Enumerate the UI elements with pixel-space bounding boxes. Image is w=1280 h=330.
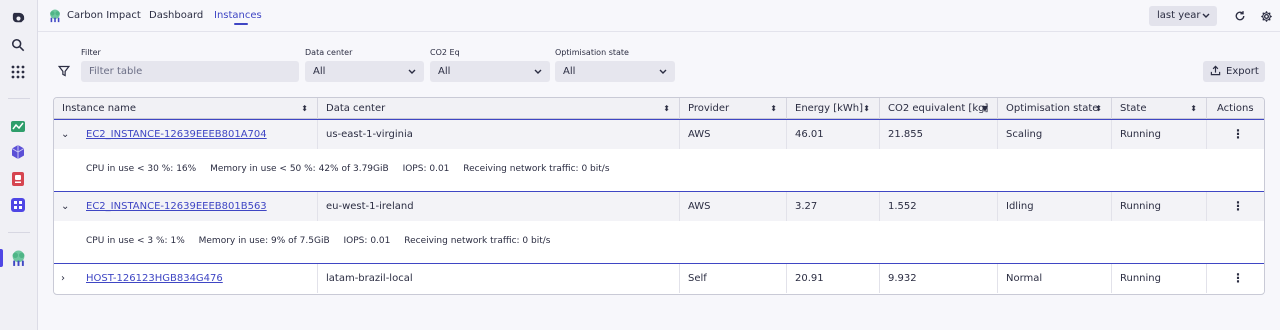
chevron-down-icon bbox=[408, 61, 416, 90]
instances-table: Instance name ⬍ Data center ⬍ Provider ⬍ En… bbox=[53, 97, 1265, 295]
table-header: Instance name ⬍ Data center ⬍ Provider ⬍ En… bbox=[54, 98, 1264, 119]
cell-optimisation-state: Normal bbox=[998, 264, 1112, 293]
cell-provider: AWS bbox=[680, 120, 787, 149]
cube-app-icon[interactable] bbox=[7, 141, 29, 163]
kebab-icon[interactable]: ⋮ bbox=[1232, 264, 1244, 293]
cell-state: Running bbox=[1112, 264, 1207, 293]
instance-link[interactable]: HOST-126123HGB834G476 bbox=[86, 273, 223, 284]
table-row: ⌄ EC2_INSTANCE-12639EEEB801A704 us-east-… bbox=[54, 119, 1264, 149]
tab-dashboard[interactable]: Dashboard bbox=[149, 10, 203, 21]
table-row: › HOST-126123HGB834G476 latam-brazil-loc… bbox=[54, 263, 1264, 293]
optimisation-value: All bbox=[563, 66, 576, 77]
settings-icon[interactable] bbox=[1258, 8, 1274, 24]
datacenter-select[interactable]: All bbox=[305, 61, 424, 82]
chevron-down-icon bbox=[1202, 6, 1210, 34]
cell-instance-name: EC2_INSTANCE-12639EEEB801A704 bbox=[78, 120, 318, 149]
tab-instances[interactable]: Instances bbox=[214, 10, 262, 21]
cell-instance-name: HOST-126123HGB834G476 bbox=[78, 264, 318, 293]
sort-icon: ⬍ bbox=[663, 104, 670, 113]
row-detail: CPU in use < 3 %: 1% Memory in use: 9% o… bbox=[54, 221, 1264, 262]
co2-select[interactable]: All bbox=[430, 61, 550, 82]
row-detail: CPU in use < 30 %: 16% Memory in use < 5… bbox=[54, 149, 1264, 190]
col-energy[interactable]: Energy [kWh] ⬍ bbox=[787, 98, 880, 119]
cell-co2: 21.855 bbox=[880, 120, 998, 149]
cell-co2: 9.932 bbox=[880, 264, 998, 293]
cell-state: Running bbox=[1112, 192, 1207, 221]
table-row: ⌄ EC2_INSTANCE-12639EEEB801B563 eu-west-… bbox=[54, 191, 1264, 221]
cell-data-center: us-east-1-virginia bbox=[318, 120, 680, 149]
datacenter-label: Data center bbox=[305, 48, 353, 57]
document-app-icon[interactable] bbox=[7, 168, 29, 190]
cell-provider: Self bbox=[680, 264, 787, 293]
cell-energy: 46.01 bbox=[787, 120, 880, 149]
cell-optimisation-state: Idling bbox=[998, 192, 1112, 221]
top-bar: Carbon Impact Dashboard Instances last y… bbox=[38, 0, 1280, 32]
sort-icon: ⬍ bbox=[1095, 104, 1102, 113]
expand-chevron-icon[interactable]: › bbox=[61, 264, 65, 293]
timeframe-value: last year bbox=[1157, 10, 1201, 21]
optimisation-label: Optimisation state bbox=[555, 48, 629, 57]
left-rail bbox=[0, 0, 38, 330]
grid-app-icon[interactable] bbox=[7, 194, 29, 216]
col-actions: Actions bbox=[1217, 103, 1254, 114]
sort-desc-icon: ▼ bbox=[981, 104, 988, 113]
dashboard-app-icon[interactable] bbox=[7, 115, 29, 137]
col-state[interactable]: State ⬍ bbox=[1112, 98, 1207, 119]
filter-label: Filter bbox=[81, 48, 101, 57]
col-data-center[interactable]: Data center ⬍ bbox=[318, 98, 680, 119]
carbon-impact-icon[interactable] bbox=[7, 247, 29, 269]
export-icon bbox=[1210, 65, 1221, 79]
cell-provider: AWS bbox=[680, 192, 787, 221]
optimisation-select[interactable]: All bbox=[555, 61, 675, 82]
filter-table-input[interactable] bbox=[81, 61, 299, 82]
instance-link[interactable]: EC2_INSTANCE-12639EEEB801A704 bbox=[86, 129, 267, 140]
sort-icon: ⬍ bbox=[863, 104, 870, 113]
cell-state: Running bbox=[1112, 120, 1207, 149]
col-optimisation-state[interactable]: Optimisation state ⬍ bbox=[998, 98, 1112, 119]
carbon-impact-icon bbox=[48, 9, 62, 23]
collapse-chevron-icon[interactable]: ⌄ bbox=[61, 120, 69, 149]
active-app-indicator bbox=[0, 249, 3, 267]
kebab-icon[interactable]: ⋮ bbox=[1232, 120, 1244, 149]
timeframe-select[interactable]: last year bbox=[1149, 6, 1217, 26]
row-detail-metrics: CPU in use < 30 %: 16% Memory in use < 5… bbox=[86, 164, 610, 174]
active-tab-underline bbox=[234, 23, 248, 25]
apps-grid-icon[interactable] bbox=[7, 61, 29, 83]
instance-link[interactable]: EC2_INSTANCE-12639EEEB801B563 bbox=[86, 201, 267, 212]
col-instance-name[interactable]: Instance name ⬍ bbox=[54, 98, 318, 119]
kebab-icon[interactable]: ⋮ bbox=[1232, 192, 1244, 221]
chevron-down-icon bbox=[534, 61, 542, 90]
chevron-down-icon bbox=[659, 61, 667, 90]
sort-icon: ⬍ bbox=[770, 104, 777, 113]
app-title: Carbon Impact bbox=[67, 10, 141, 21]
row-detail-metrics: CPU in use < 3 %: 1% Memory in use: 9% o… bbox=[86, 236, 551, 246]
export-button[interactable]: Export bbox=[1203, 61, 1265, 82]
filter-icon[interactable] bbox=[57, 65, 71, 80]
cell-energy: 20.91 bbox=[787, 264, 880, 293]
cell-optimisation-state: Scaling bbox=[998, 120, 1112, 149]
refresh-icon[interactable] bbox=[1232, 8, 1248, 24]
cell-data-center: eu-west-1-ireland bbox=[318, 192, 680, 221]
cell-data-center: latam-brazil-local bbox=[318, 264, 680, 293]
cell-energy: 3.27 bbox=[787, 192, 880, 221]
sort-icon: ⬍ bbox=[1190, 104, 1197, 113]
co2-value: All bbox=[438, 66, 451, 77]
export-label: Export bbox=[1226, 66, 1259, 77]
sort-icon: ⬍ bbox=[301, 104, 308, 113]
co2-label: CO2 Eq bbox=[430, 48, 460, 57]
col-co2[interactable]: CO2 equivalent [kg] ▼ bbox=[880, 98, 998, 119]
cell-instance-name: EC2_INSTANCE-12639EEEB801B563 bbox=[78, 192, 318, 221]
col-provider[interactable]: Provider ⬍ bbox=[680, 98, 787, 119]
search-icon[interactable] bbox=[7, 34, 29, 56]
cell-co2: 1.552 bbox=[880, 192, 998, 221]
datacenter-value: All bbox=[313, 66, 326, 77]
dynatrace-logo-icon[interactable] bbox=[7, 7, 29, 29]
collapse-chevron-icon[interactable]: ⌄ bbox=[61, 192, 69, 221]
